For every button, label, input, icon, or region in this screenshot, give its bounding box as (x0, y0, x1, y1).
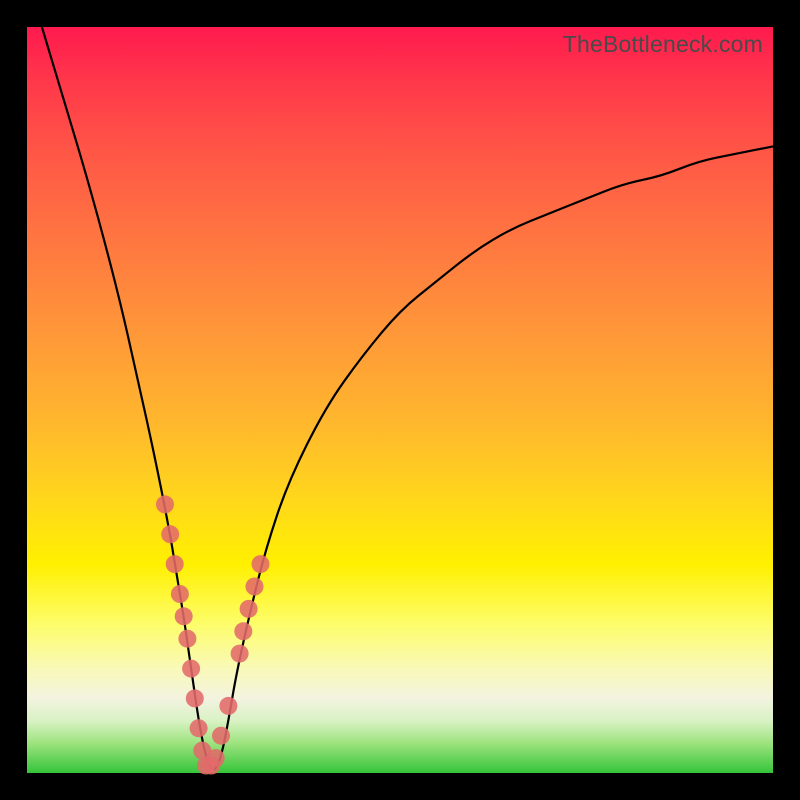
scatter-group (156, 495, 270, 774)
scatter-dot (231, 645, 249, 663)
scatter-dot (234, 622, 252, 640)
scatter-dot (240, 600, 258, 618)
scatter-dot (212, 727, 230, 745)
scatter-dot (186, 689, 204, 707)
scatter-dot (207, 749, 225, 767)
scatter-dot (246, 578, 264, 596)
bottleneck-curve (42, 27, 773, 769)
scatter-dot (252, 555, 270, 573)
plot-area: TheBottleneck.com (27, 27, 773, 773)
scatter-dot (182, 660, 200, 678)
scatter-dot (156, 495, 174, 513)
scatter-dot (161, 525, 179, 543)
scatter-dot (219, 697, 237, 715)
scatter-dot (190, 719, 208, 737)
scatter-dot (166, 555, 184, 573)
scatter-dot (171, 585, 189, 603)
scatter-dot (178, 630, 196, 648)
chart-frame: TheBottleneck.com (0, 0, 800, 800)
chart-svg (27, 27, 773, 773)
scatter-dot (175, 607, 193, 625)
